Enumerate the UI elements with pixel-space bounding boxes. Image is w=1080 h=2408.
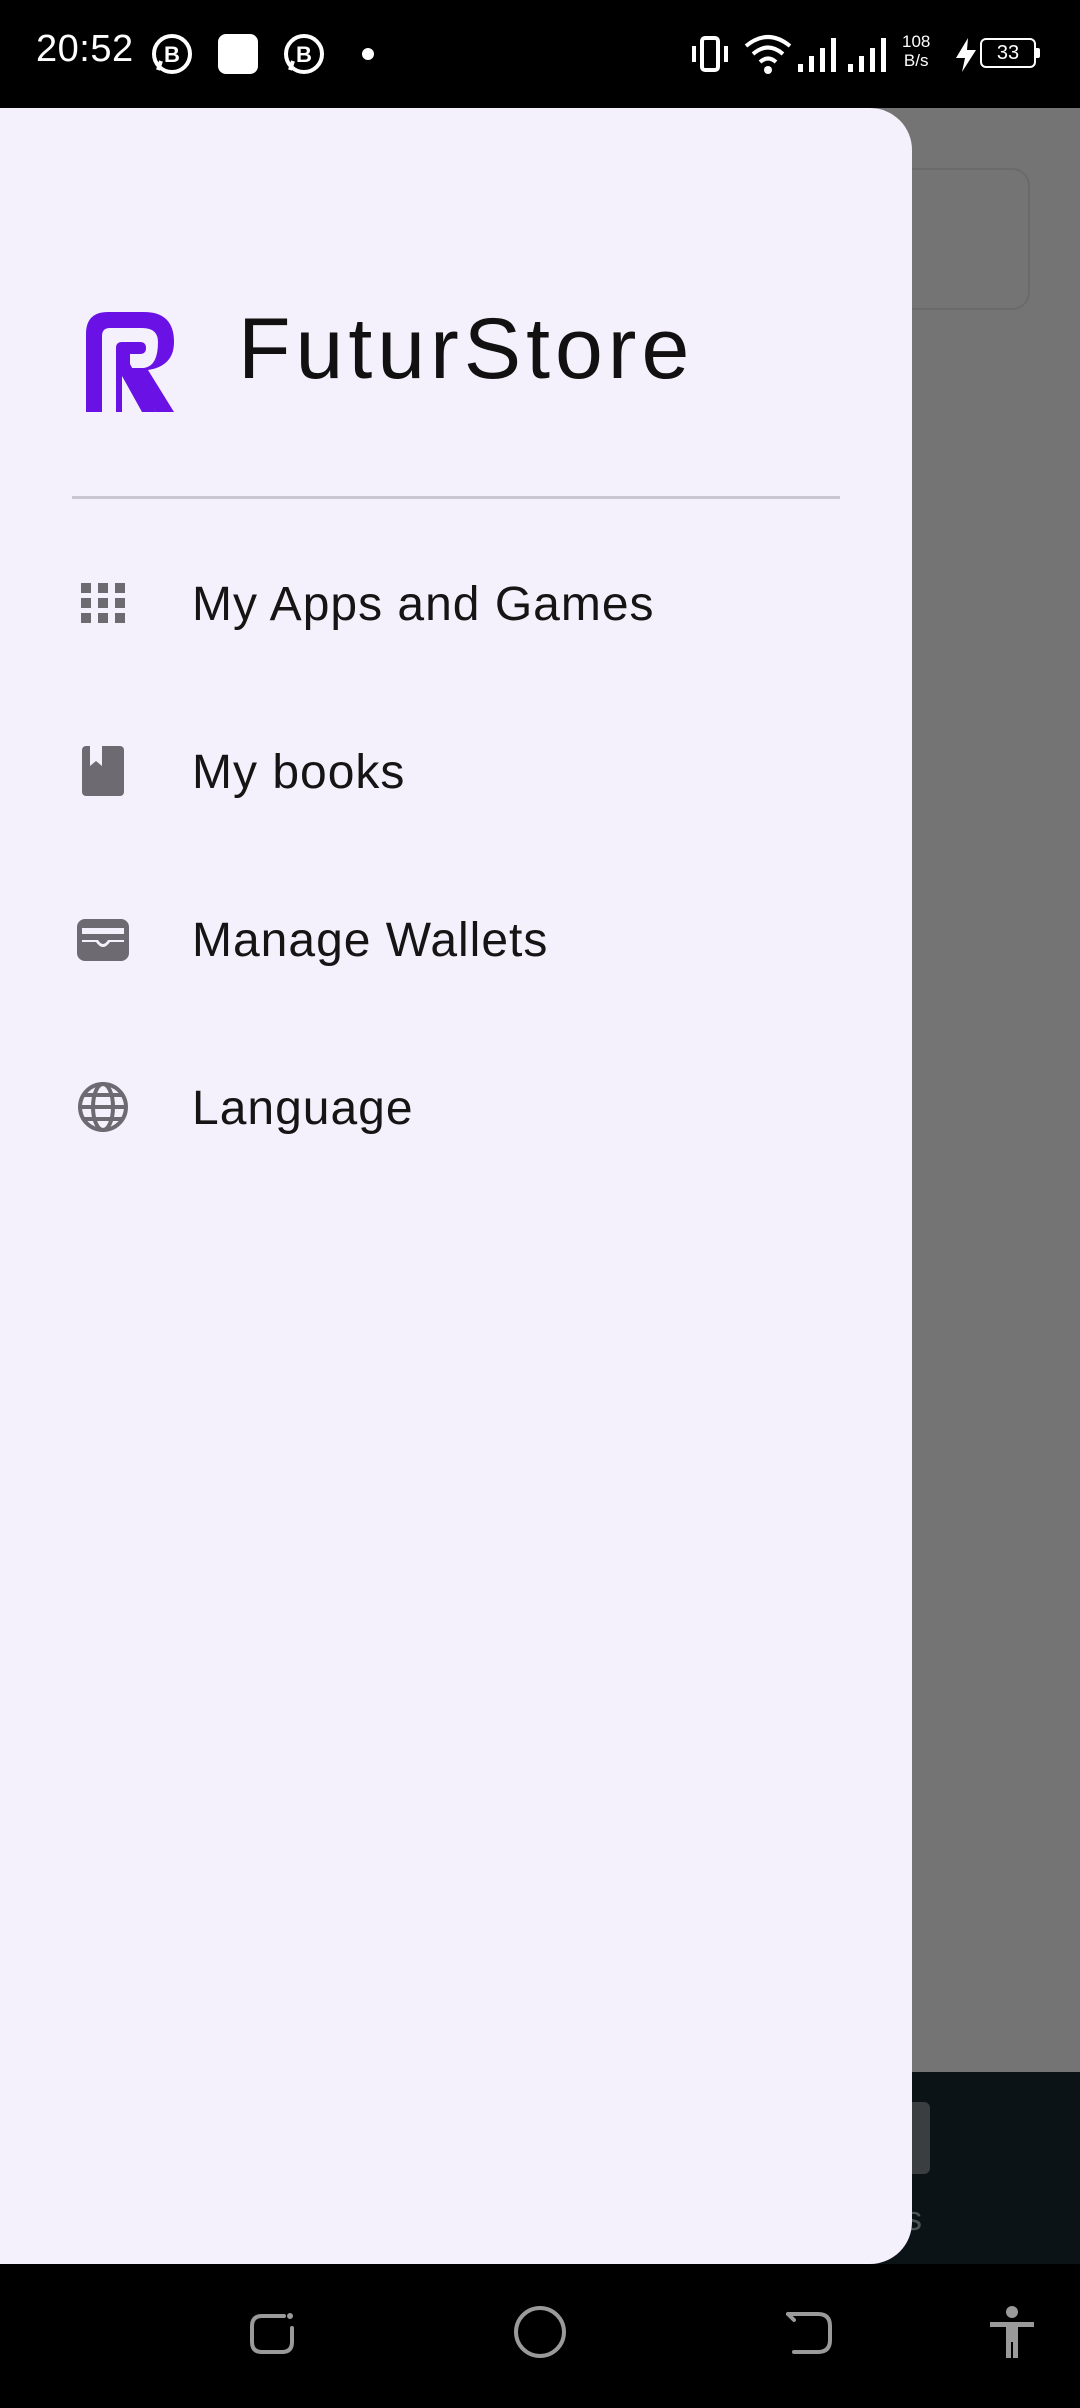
- accessibility-button-icon[interactable]: [984, 2304, 1040, 2360]
- app-notification-icon: [218, 34, 258, 74]
- signal-strength-icon: [848, 38, 886, 72]
- book-icon: [82, 746, 124, 796]
- back-button-icon[interactable]: [780, 2304, 836, 2360]
- recents-button-icon[interactable]: [244, 2304, 300, 2360]
- status-bar: 20:52 B B 108 B/s 33: [0, 0, 1080, 108]
- whatsapp-business-icon: B: [284, 34, 324, 74]
- home-button-icon[interactable]: [512, 2304, 568, 2360]
- menu-item-my-apps-and-games[interactable]: My Apps and Games: [0, 544, 912, 664]
- divider: [72, 496, 840, 499]
- svg-text:B: B: [296, 42, 312, 67]
- svg-text:B: B: [164, 42, 180, 67]
- vibrate-icon: [692, 36, 728, 72]
- battery-indicator: 33: [980, 38, 1040, 68]
- futurstore-logo-icon: [86, 312, 174, 412]
- system-navigation-bar: [0, 2264, 1080, 2408]
- network-speed: 108 B/s: [902, 32, 930, 70]
- network-speed-value: 108: [902, 32, 931, 51]
- menu-item-label: Language: [192, 1082, 414, 1135]
- menu-item-label: My books: [192, 746, 406, 799]
- whatsapp-business-icon: B: [152, 34, 192, 74]
- network-speed-unit: B/s: [903, 51, 929, 70]
- signal-strength-icon: [798, 38, 836, 72]
- globe-icon: [78, 1082, 128, 1132]
- menu-item-manage-wallets[interactable]: Manage Wallets: [0, 880, 912, 1000]
- menu-item-language[interactable]: Language: [0, 1048, 912, 1168]
- menu-item-label: My Apps and Games: [192, 578, 655, 631]
- notification-dot-icon: [362, 48, 374, 60]
- charging-icon: [956, 38, 976, 72]
- app-title: FuturStore: [238, 301, 695, 397]
- wifi-icon: [744, 35, 792, 74]
- menu-item-label: Manage Wallets: [192, 914, 549, 967]
- status-time: 20:52: [36, 28, 134, 70]
- navigation-drawer: FuturStore My Apps and Games My books Ma…: [0, 108, 912, 2264]
- apps-grid-icon: [81, 583, 125, 623]
- menu-item-my-books[interactable]: My books: [0, 712, 912, 832]
- wallet-icon: [77, 919, 129, 961]
